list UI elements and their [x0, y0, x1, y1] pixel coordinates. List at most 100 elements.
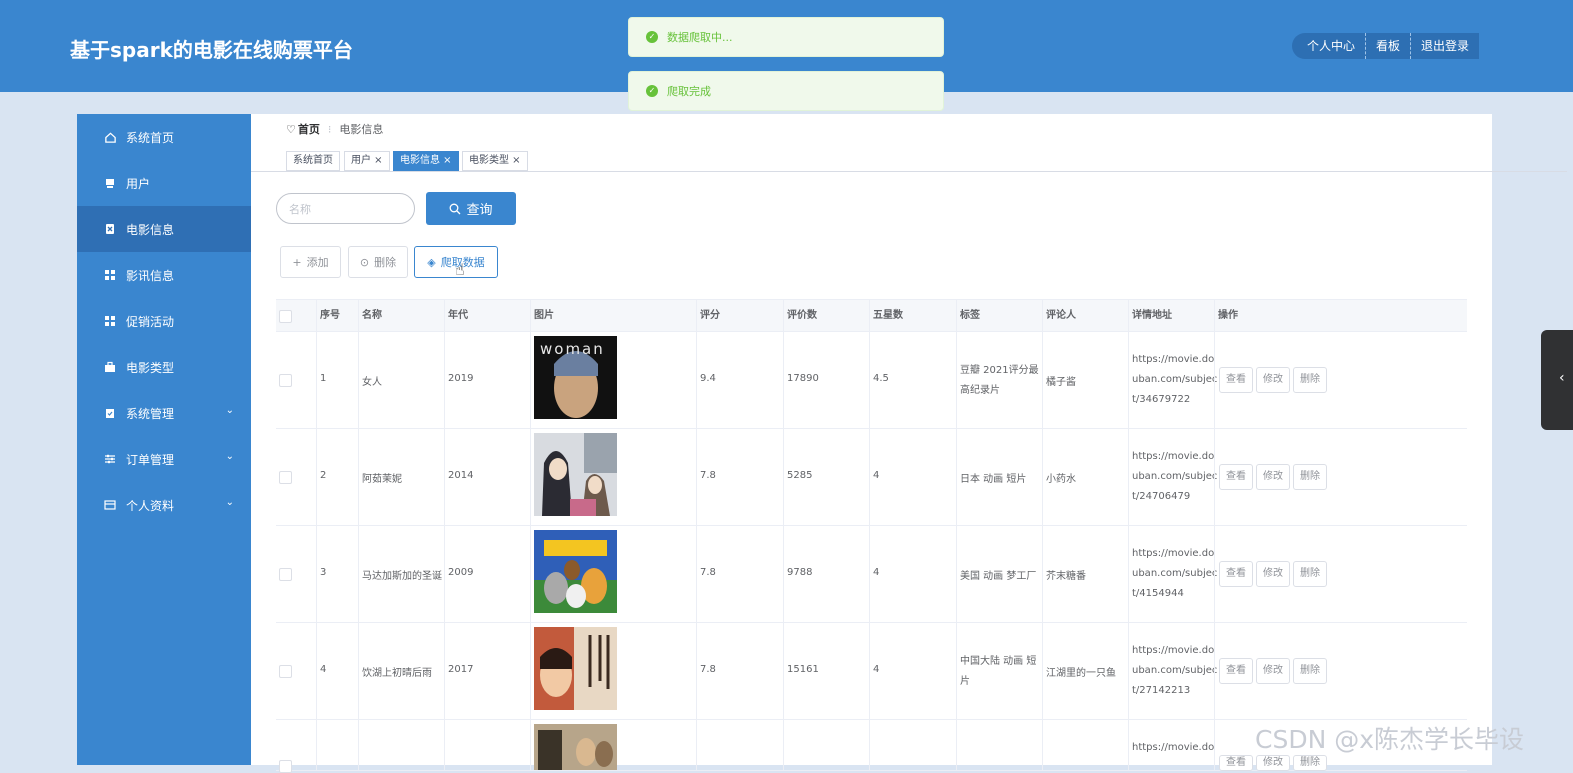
edit-button[interactable]: 修改: [1256, 464, 1290, 490]
cell-url: https://movie.do uban.com/subjec t/2714221…: [1132, 645, 1218, 696]
cell-no: 2: [320, 470, 327, 481]
delete-row-button[interactable]: 删除: [1293, 658, 1327, 684]
sidebar-item-movie-types[interactable]: 电影类型: [77, 344, 251, 390]
query-button-label: 查询: [466, 203, 493, 218]
delete-row-button[interactable]: 删除: [1293, 464, 1327, 490]
edit-button[interactable]: 修改: [1256, 755, 1290, 771]
sidebar-item-movie-info[interactable]: 电影信息: [77, 206, 251, 252]
row-checkbox[interactable]: [279, 568, 292, 581]
table-row[interactable]: 4 饮湖上初晴后雨 2017 7.8 15161 4 中国大陆 动画 短片 江湖…: [276, 623, 1467, 720]
tab-movie-info[interactable]: 电影信息 ×: [393, 151, 459, 171]
delete-row-button[interactable]: 删除: [1293, 561, 1327, 587]
table-header: 序号 名称 年代 图片 评分 评价数 五星数 标签 评论人 详情地址 操作: [276, 300, 1467, 332]
profile-icon: [103, 498, 117, 512]
cell-score: 7.8: [700, 470, 716, 481]
tab-movie-types[interactable]: 电影类型 ×: [462, 151, 528, 171]
cell-year: 2014: [448, 470, 474, 481]
row-checkbox[interactable]: [279, 471, 292, 484]
clipboard-icon: [103, 406, 117, 420]
delete-button[interactable]: ⊙ 删除: [348, 246, 408, 278]
cell-reviews: 15161: [787, 664, 819, 675]
chevron-down-icon: ⌄: [225, 451, 234, 462]
select-all-checkbox[interactable]: [279, 310, 292, 323]
cell-reviewer: 橘子酱: [1046, 377, 1076, 388]
edit-button[interactable]: 修改: [1256, 367, 1290, 393]
sidebar-item-users[interactable]: 用户: [77, 160, 251, 206]
plus-icon: +: [292, 255, 302, 269]
sidebar: 系统首页 用户 电影信息 影讯信息 促销活动 电影类型 系统管理 ⌄ 订单管理 …: [77, 114, 251, 765]
heart-icon: ♡: [286, 122, 296, 136]
column-header: 操作: [1218, 310, 1238, 321]
sidebar-item-label: 系统管理: [126, 406, 175, 421]
add-button-label: 添加: [306, 256, 329, 269]
movie-poster: [534, 627, 617, 710]
query-button[interactable]: 查询: [426, 192, 516, 225]
delete-row-button[interactable]: 删除: [1293, 755, 1327, 771]
breadcrumb-home[interactable]: 首页: [298, 121, 320, 137]
cell-name: 饮湖上初晴后雨: [362, 668, 432, 679]
table-row[interactable]: 2 阿茹茉妮 2014 7.8 5285 4 日本 动画 短片 小药水 http…: [276, 429, 1467, 526]
sidebar-item-system-management[interactable]: 系统管理 ⌄: [77, 390, 251, 436]
nav-dashboard-link[interactable]: 看板: [1365, 33, 1410, 59]
top-nav: 个人中心 看板 退出登录: [1292, 33, 1480, 59]
cell-url: https://movie.do: [1132, 742, 1215, 753]
success-icon: ✓: [646, 31, 658, 43]
cell-year: 2019: [448, 373, 474, 384]
layers-icon: ◈: [427, 255, 436, 269]
edit-button[interactable]: 修改: [1256, 561, 1290, 587]
nav-profile-link[interactable]: 个人中心: [1292, 33, 1365, 59]
success-icon: ✓: [646, 85, 658, 97]
side-drawer-handle[interactable]: ‹: [1541, 330, 1573, 430]
column-header: 详情地址: [1132, 310, 1172, 321]
toast-text: 爬取完成: [667, 85, 711, 98]
cell-tags: 日本 动画 短片: [960, 474, 1027, 485]
sidebar-item-news[interactable]: 影讯信息: [77, 252, 251, 298]
table-row[interactable]: 1 女人 2019 woman 9.4 17890 4.5 豆瓣 2021评分最…: [276, 332, 1467, 429]
svg-text:woman: woman: [540, 340, 605, 358]
sidebar-item-home[interactable]: 系统首页: [77, 114, 251, 160]
sidebar-item-order-management[interactable]: 订单管理 ⌄: [77, 436, 251, 482]
pointer-cursor-icon: ☝: [455, 260, 465, 279]
cell-five-star: 4: [873, 470, 880, 481]
cell-reviewer: 小药水: [1046, 474, 1076, 485]
grid-icon: [103, 314, 117, 328]
cell-reviews: 5285: [787, 470, 813, 481]
sidebar-item-profile[interactable]: 个人资料 ⌄: [77, 482, 251, 528]
sidebar-item-label: 电影类型: [126, 360, 175, 375]
cell-reviews: 17890: [787, 373, 819, 384]
sidebar-item-label: 电影信息: [126, 222, 175, 237]
table-row[interactable]: 3 马达加斯加的圣诞 2009 7.8 9788 4 美国 动画 梦工厂 芥末糖…: [276, 526, 1467, 623]
row-checkbox[interactable]: [279, 374, 292, 387]
search-name-input[interactable]: 名称: [276, 193, 415, 224]
movie-poster: [534, 433, 617, 516]
movie-poster: [534, 724, 617, 770]
add-button[interactable]: + 添加: [280, 246, 341, 278]
view-button[interactable]: 查看: [1219, 658, 1253, 684]
nav-logout-link[interactable]: 退出登录: [1410, 33, 1479, 59]
row-checkbox[interactable]: [279, 665, 292, 678]
cell-tags: 中国大陆 动画 短片: [960, 656, 1037, 687]
toast-crawling: ✓ 数据爬取中...: [628, 17, 944, 57]
view-button[interactable]: 查看: [1219, 561, 1253, 587]
view-button[interactable]: 查看: [1219, 464, 1253, 490]
cell-url: https://movie.do uban.com/subjec t/3467972…: [1132, 354, 1218, 405]
tab-home[interactable]: 系统首页: [286, 151, 340, 171]
user-icon: [103, 176, 117, 190]
tab-users[interactable]: 用户 ×: [344, 151, 390, 171]
cell-score: 9.4: [700, 373, 716, 384]
sidebar-item-promotions[interactable]: 促销活动: [77, 298, 251, 344]
delete-row-button[interactable]: 删除: [1293, 367, 1327, 393]
row-checkbox[interactable]: [279, 760, 292, 773]
app-title: 基于spark的电影在线购票平台: [70, 38, 353, 62]
watermark: CSDN @x陈杰学长毕设: [1255, 725, 1525, 754]
column-header: 评分: [700, 310, 720, 321]
sidebar-item-label: 用户: [126, 176, 151, 191]
sidebar-item-label: 影讯信息: [126, 268, 175, 283]
view-button[interactable]: 查看: [1219, 755, 1253, 771]
view-button[interactable]: 查看: [1219, 367, 1253, 393]
edit-button[interactable]: 修改: [1256, 658, 1290, 684]
cell-no: 1: [320, 373, 327, 384]
column-header: 标签: [960, 310, 980, 321]
breadcrumb: ♡ 首页 ⁝ 电影信息: [286, 121, 383, 137]
sidebar-item-label: 个人资料: [126, 498, 175, 513]
